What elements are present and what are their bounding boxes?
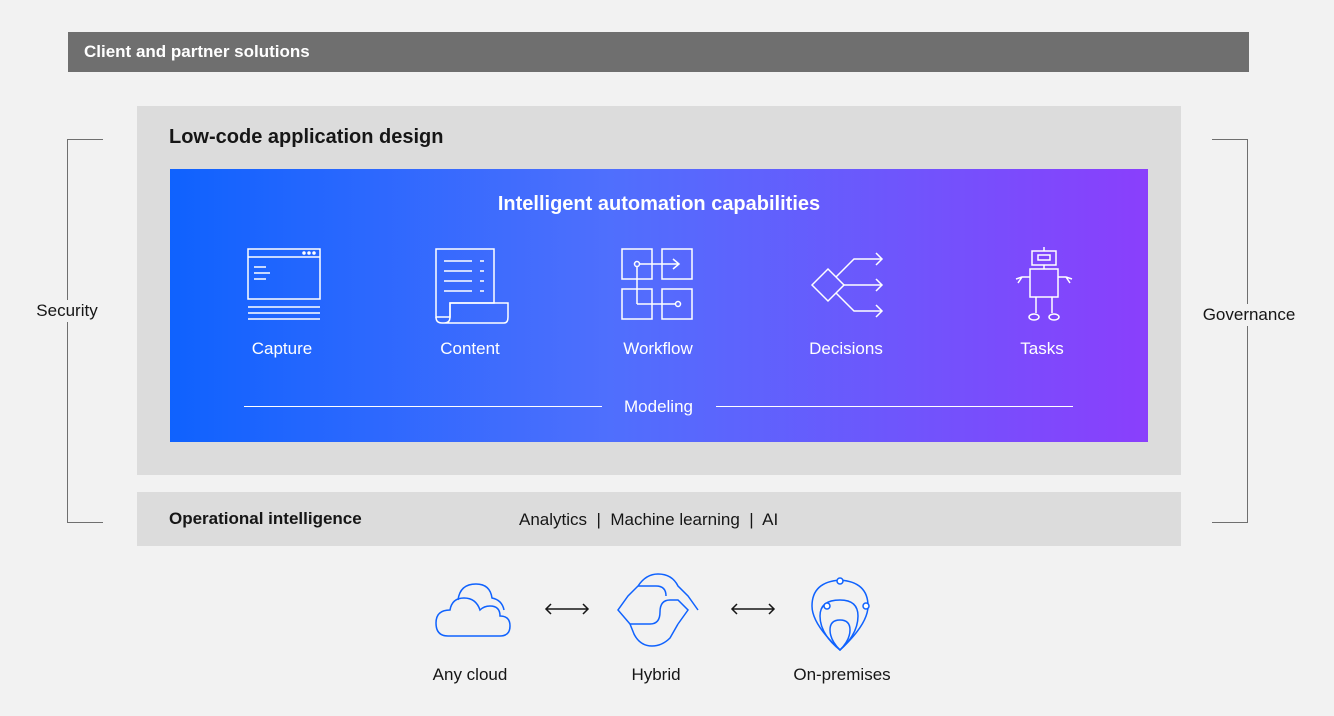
capability-label-content: Content	[440, 339, 500, 358]
bidirectional-arrow-icon	[544, 603, 590, 615]
workflow-grid-icon	[621, 248, 693, 320]
cloud-icon	[435, 583, 511, 637]
governance-bracket	[1212, 139, 1248, 523]
modeling-line-right	[716, 406, 1073, 407]
security-bracket	[67, 139, 103, 523]
capability-label-capture: Capture	[251, 339, 313, 358]
modeling-label: Modeling	[624, 397, 693, 416]
location-pin-icon	[811, 577, 870, 652]
operational-intelligence-items: Analytics | Machine learning | AI	[519, 510, 779, 529]
top-banner: Client and partner solutions	[68, 32, 1249, 72]
top-banner-label: Client and partner solutions	[84, 42, 310, 61]
capability-label-tasks: Tasks	[1020, 339, 1064, 358]
capabilities-panel: Intelligent automation capabilities Capt…	[170, 169, 1148, 442]
hybrid-icon	[617, 573, 699, 647]
document-scroll-icon	[435, 248, 509, 324]
operational-intelligence-title: Operational intelligence	[169, 509, 362, 528]
governance-label: Governance	[1196, 304, 1302, 326]
robot-icon	[1015, 247, 1073, 321]
window-form-icon	[247, 248, 321, 320]
low-code-title: Low-code application design	[169, 126, 444, 148]
capability-label-decisions: Decisions	[809, 339, 883, 358]
security-label: Security	[30, 300, 104, 322]
capability-label-workflow: Workflow	[623, 339, 693, 358]
bidirectional-arrow-icon-2	[730, 603, 776, 615]
deployment-label-any-cloud: Any cloud	[432, 665, 508, 684]
capabilities-title: Intelligent automation capabilities	[497, 193, 821, 215]
modeling-line-left	[244, 406, 602, 407]
deployment-label-on-premises: On-premises	[793, 665, 891, 684]
deployment-label-hybrid: Hybrid	[631, 665, 681, 684]
decision-diamond-icon	[810, 252, 884, 318]
